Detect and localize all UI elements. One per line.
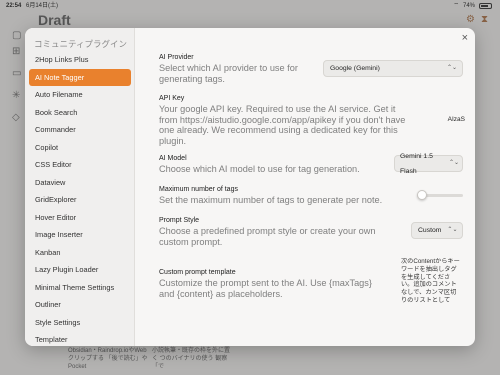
setting-description: Choose a predefined prompt style or crea…	[159, 226, 376, 247]
sidebar-item-book-search[interactable]: Book Search	[29, 104, 131, 122]
max-tags-slider-thumb[interactable]	[416, 190, 427, 200]
setting-api-key: API Key Your google API key. Required to…	[159, 94, 455, 146]
sidebar-item-kanban[interactable]: Kanban	[29, 244, 131, 262]
ai-model-value: Gemini 1.5 Flash	[400, 152, 433, 175]
setting-description: Set the maximum number of tags to genera…	[159, 195, 383, 205]
close-button[interactable]: ×	[462, 32, 468, 44]
sidebar-item-lazy-plugin-loader[interactable]: Lazy Plugin Loader	[29, 261, 131, 279]
settings-modal: コミュニティプラグイン 2Hop Links Plus AI Note Tagge…	[25, 28, 475, 346]
sidebar-item-auto-filename[interactable]: Auto Filename	[29, 86, 131, 104]
chevron-updown-icon: ⌃⌄	[448, 160, 459, 166]
setting-name: Maximum number of tags	[159, 186, 238, 193]
prompt-style-dropdown[interactable]: Custom ⌃⌄	[411, 222, 463, 239]
setting-description: Your google API key. Required to use the…	[159, 104, 406, 146]
prompt-style-value: Custom	[418, 227, 442, 234]
sidebar-item-css-editor[interactable]: CSS Editor	[29, 156, 131, 174]
sidebar-item-copilot[interactable]: Copilot	[29, 139, 131, 157]
sidebar-item-ai-note-tagger[interactable]: AI Note Tagger	[29, 68, 131, 86]
settings-sidebar: コミュニティプラグイン 2Hop Links Plus AI Note Tagge…	[25, 28, 135, 346]
sidebar-item-style-settings[interactable]: Style Settings	[29, 314, 131, 332]
setting-description: Customize the prompt sent to the AI. Use…	[159, 278, 372, 299]
chevron-updown-icon: ⌃⌄	[446, 65, 457, 71]
plugin-list: 2Hop Links Plus AI Note Tagger Auto Filena…	[29, 51, 131, 346]
ai-provider-value: Google (Gemini)	[330, 65, 380, 72]
sidebar-item-hover-editor[interactable]: Hover Editor	[29, 209, 131, 227]
ai-provider-dropdown[interactable]: Google (Gemini) ⌃⌄	[323, 60, 463, 77]
sidebar-item-commander[interactable]: Commander	[29, 121, 131, 139]
ai-model-dropdown[interactable]: Gemini 1.5 Flash ⌃⌄	[394, 153, 463, 175]
sidebar-item-dataview[interactable]: Dataview	[29, 174, 131, 192]
custom-prompt-textarea[interactable]: 次のContentからキーワードを抽出しタグを生成してください。追加のコメントな…	[401, 258, 461, 346]
sidebar-item-2hop-links-plus[interactable]: 2Hop Links Plus	[29, 51, 131, 69]
settings-content: × AI Provider Select which AI provider t…	[135, 28, 475, 346]
sidebar-item-outliner[interactable]: Outliner	[29, 296, 131, 314]
sidebar-item-image-inserter[interactable]: Image Inserter	[29, 226, 131, 244]
api-key-input[interactable]: AIzaS	[429, 114, 465, 126]
sidebar-item-templater[interactable]: Templater	[29, 331, 131, 346]
setting-max-tags: Maximum number of tags Set the maximum n…	[159, 185, 455, 206]
setting-description: Choose which AI model to use for tag gen…	[159, 164, 360, 174]
sidebar-heading: コミュニティプラグイン	[34, 39, 127, 49]
chevron-updown-icon: ⌃⌄	[447, 227, 458, 233]
setting-name: API Key	[159, 95, 185, 102]
sidebar-item-minimal-theme-settings[interactable]: Minimal Theme Settings	[29, 279, 131, 297]
setting-description: Select which AI provider to use for gene…	[159, 63, 298, 84]
sidebar-item-gridexplorer[interactable]: GridExplorer	[29, 191, 131, 209]
